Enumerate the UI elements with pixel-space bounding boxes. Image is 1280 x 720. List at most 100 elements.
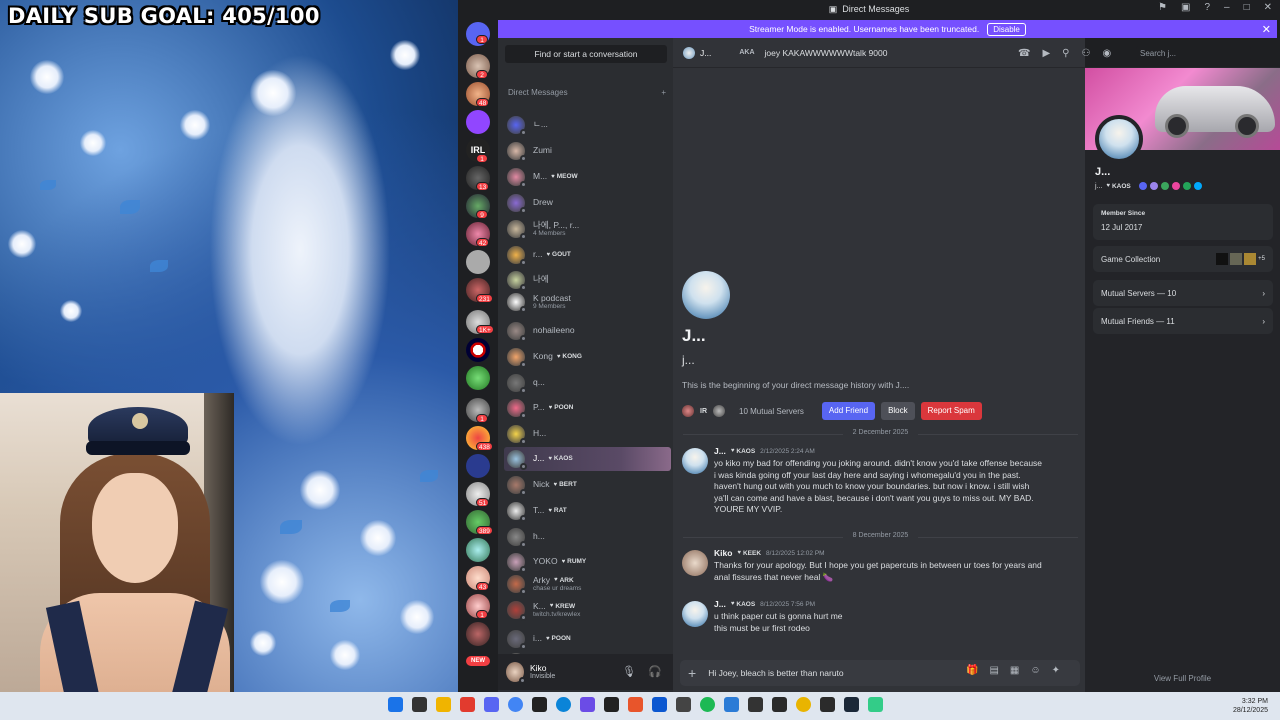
- profile-display-name: J...: [1095, 166, 1111, 178]
- app-icon[interactable]: [580, 697, 595, 712]
- app-icon[interactable]: [652, 697, 667, 712]
- user-profile-icon[interactable]: ◉: [1102, 48, 1111, 59]
- chrome-icon[interactable]: [508, 697, 523, 712]
- block-button[interactable]: Block: [881, 402, 915, 420]
- help-icon[interactable]: ?: [1204, 2, 1210, 13]
- dm-item[interactable]: Drew: [504, 191, 671, 215]
- screen-icon[interactable]: ▣: [1181, 2, 1190, 13]
- dm-item[interactable]: Nick ♥ BERT: [504, 473, 671, 497]
- dm-item[interactable]: J... ♥ KAOS: [504, 447, 671, 471]
- dm-item[interactable]: 나에: [504, 268, 671, 292]
- start-icon[interactable]: [388, 697, 403, 712]
- dm-item[interactable]: M... ♥ MEOW: [504, 165, 671, 189]
- create-dm-button[interactable]: +: [661, 88, 666, 97]
- app-icon[interactable]: [724, 697, 739, 712]
- server-icon[interactable]: [466, 338, 490, 362]
- dm-item[interactable]: K... ♥ KREW twitch.tv/krewlex: [504, 598, 671, 622]
- headphones-icon[interactable]: 🎧: [648, 665, 662, 678]
- guild-tag: ♥ RUMY: [561, 558, 587, 566]
- maximize-button[interactable]: □: [1244, 2, 1250, 13]
- avatar: [507, 450, 527, 470]
- brave-icon[interactable]: [460, 697, 475, 712]
- video-call-icon[interactable]: ▶: [1042, 48, 1050, 59]
- discord-taskbar-icon[interactable]: [484, 697, 499, 712]
- inbox-flag-icon[interactable]: ⚑: [1158, 2, 1167, 13]
- server-icon[interactable]: [466, 366, 490, 390]
- mutual-servers-link[interactable]: 10 Mutual Servers: [739, 407, 804, 416]
- dm-item[interactable]: ㄴ...: [504, 113, 671, 137]
- dm-item[interactable]: nohaileeno: [504, 319, 671, 343]
- app-icon[interactable]: [748, 697, 763, 712]
- message-author[interactable]: J...: [714, 446, 726, 456]
- dm-item[interactable]: q...: [504, 371, 671, 395]
- message-avatar[interactable]: [682, 448, 708, 474]
- message-avatar[interactable]: [682, 550, 708, 576]
- tag-icon: ♥: [737, 550, 741, 556]
- pin-icon[interactable]: ⚲: [1062, 48, 1069, 59]
- dm-item[interactable]: r... ♥ GOUT: [504, 243, 671, 267]
- server-icon[interactable]: [466, 250, 490, 274]
- server-icon[interactable]: [466, 622, 490, 646]
- sticker-icon[interactable]: ▦: [1010, 665, 1019, 676]
- dm-item[interactable]: h...: [504, 525, 671, 549]
- brave-icon[interactable]: [628, 697, 643, 712]
- dm-item[interactable]: YOKO ♥ RUMY: [504, 550, 671, 574]
- twitch-server-icon[interactable]: [466, 110, 490, 134]
- report-spam-button[interactable]: Report Spam: [920, 402, 982, 420]
- microphone-icon[interactable]: 🎙: [622, 665, 636, 678]
- dm-item[interactable]: Arky ♥ ARK chase ur dreams: [504, 572, 671, 596]
- find-conversation-button[interactable]: Find or start a conversation: [505, 45, 667, 63]
- avatar[interactable]: [506, 662, 526, 684]
- emoji-picker-icon[interactable]: ☺: [1030, 665, 1040, 676]
- user-name: Kiko: [530, 662, 547, 673]
- gift-icon[interactable]: 🎁: [966, 665, 978, 676]
- tag-icon: ♥: [730, 448, 735, 454]
- game-collection-card[interactable]: Game Collection +5: [1093, 246, 1273, 272]
- app-icon[interactable]: [532, 697, 547, 712]
- app-icon[interactable]: [868, 697, 883, 712]
- voice-call-icon[interactable]: ☎: [1018, 48, 1030, 59]
- user-panel: Kiko Invisible 🎙 🎧 ⚙: [498, 654, 684, 690]
- edge-icon[interactable]: [556, 697, 571, 712]
- app-icon[interactable]: [796, 697, 811, 712]
- add-friends-to-dm-icon[interactable]: ⚇: [1082, 48, 1091, 59]
- gif-icon[interactable]: ▤: [989, 665, 998, 676]
- server-icon[interactable]: [466, 538, 490, 562]
- spotify-icon[interactable]: [700, 697, 715, 712]
- task-view-icon[interactable]: [412, 697, 427, 712]
- server-icon[interactable]: [466, 454, 490, 478]
- disable-streamer-mode-button[interactable]: Disable: [987, 22, 1026, 36]
- file-explorer-icon[interactable]: [436, 697, 451, 712]
- dm-item[interactable]: 나에, P..., r... 4 Members: [504, 217, 671, 241]
- search-input[interactable]: Search j...: [1136, 46, 1251, 62]
- dm-item[interactable]: P... ♥ POON: [504, 396, 671, 420]
- dm-item[interactable]: Kong ♥ KONG: [504, 345, 671, 369]
- message-body: Thanks for your apology. But I hope you …: [714, 560, 1077, 583]
- close-window-button[interactable]: ✕: [1264, 2, 1272, 13]
- app-icon[interactable]: [604, 697, 619, 712]
- dm-item[interactable]: H...: [504, 422, 671, 446]
- message-avatar[interactable]: [682, 601, 708, 627]
- new-unreads-pill[interactable]: NEW: [466, 656, 490, 666]
- message-author[interactable]: Kiko: [714, 548, 732, 558]
- mutual-servers-row[interactable]: Mutual Servers — 10 ›: [1093, 280, 1273, 306]
- add-friend-button[interactable]: Add Friend: [821, 402, 876, 420]
- app-icon[interactable]: [676, 697, 691, 712]
- close-banner-icon[interactable]: ✕: [1262, 23, 1271, 36]
- view-full-profile-link[interactable]: View Full Profile: [1085, 674, 1280, 683]
- terminal-icon[interactable]: [772, 697, 787, 712]
- dm-item[interactable]: i... ♥ POON: [504, 627, 671, 651]
- attach-plus-icon[interactable]: +: [688, 665, 696, 681]
- obs-icon[interactable]: [820, 697, 835, 712]
- dm-name: J...: [533, 453, 545, 464]
- message-author[interactable]: J...: [714, 599, 726, 609]
- dm-item[interactable]: T... ♥ RAT: [504, 499, 671, 523]
- status-dot: [520, 181, 527, 188]
- steam-icon[interactable]: [844, 697, 859, 712]
- apps-icon[interactable]: ✦: [1052, 665, 1060, 676]
- minimize-button[interactable]: –: [1224, 2, 1230, 13]
- dm-item[interactable]: K podcast 9 Members: [504, 290, 671, 314]
- dm-item[interactable]: Zumi: [504, 139, 671, 163]
- aka-value: joey KAKAWWWWWWtalk 9000: [764, 47, 888, 58]
- mutual-friends-row[interactable]: Mutual Friends — 11 ›: [1093, 308, 1273, 334]
